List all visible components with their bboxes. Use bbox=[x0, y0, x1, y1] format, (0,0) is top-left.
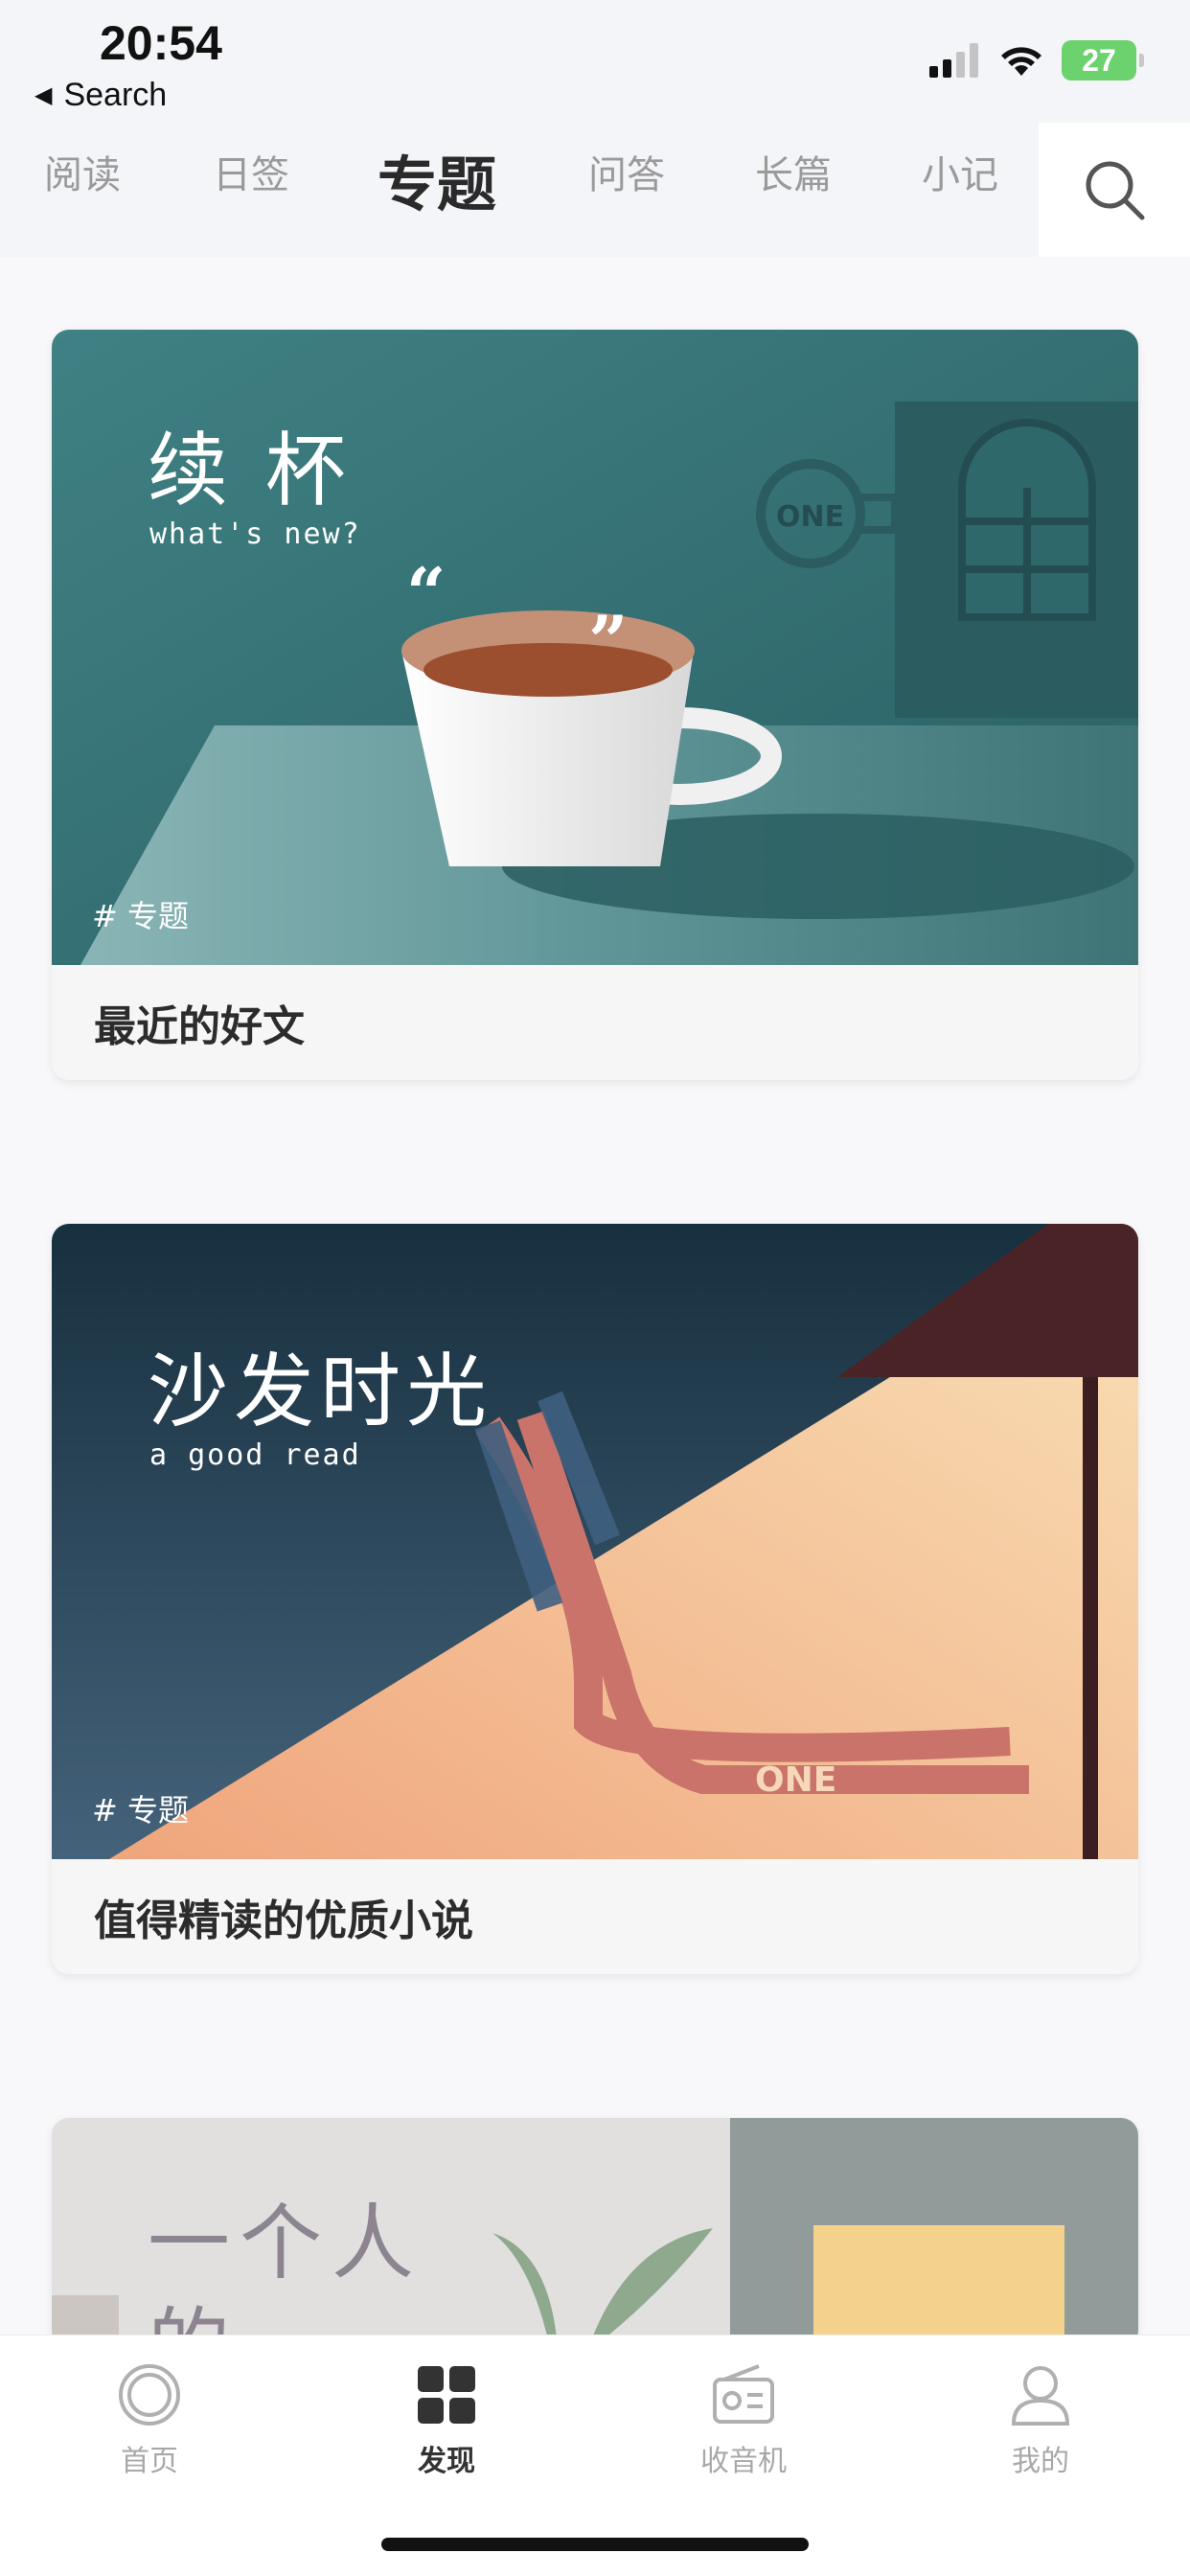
nav-home-label: 首页 bbox=[121, 2445, 178, 2478]
tab-topics[interactable]: 专题 bbox=[378, 136, 496, 222]
nav-discover[interactable]: 发现 bbox=[370, 2362, 523, 2479]
search-icon bbox=[1086, 161, 1145, 220]
sofa-illustration bbox=[52, 1224, 1138, 1859]
topic-tag: # 专题 bbox=[92, 1792, 189, 1828]
topic-card[interactable]: 一个人 的 bbox=[52, 2118, 1138, 2348]
topic-card[interactable]: “ ” 续 杯 what's new? ONE # 专题 最近的好文 bbox=[52, 330, 1138, 1080]
nav-home[interactable]: 首页 bbox=[73, 2362, 226, 2479]
status-bar: 20:54 ◀ Search 27 bbox=[0, 0, 1190, 123]
card-artwork: 沙发时光 a good read ONE # 专题 bbox=[52, 1224, 1138, 1859]
battery-indicator: 27 bbox=[1062, 40, 1144, 80]
nav-radio-label: 收音机 bbox=[700, 2445, 787, 2478]
card-art-subtitle: a good read bbox=[149, 1438, 361, 1472]
discover-icon bbox=[418, 2366, 475, 2424]
search-button[interactable] bbox=[1039, 123, 1190, 257]
back-to-app-button[interactable]: ◀ Search bbox=[34, 77, 167, 114]
one-logo: ONE bbox=[776, 500, 845, 534]
top-tab-bar: 阅读 日签 专题 问答 长篇 小记 bbox=[0, 123, 1190, 257]
nav-profile[interactable]: 我的 bbox=[964, 2362, 1117, 2479]
one-logo: ONE bbox=[755, 1760, 837, 1800]
profile-icon bbox=[1011, 2366, 1070, 2426]
card-art-subtitle: what's new? bbox=[149, 518, 361, 551]
battery-level: 27 bbox=[1082, 42, 1116, 78]
tab-long-form[interactable]: 长篇 bbox=[755, 144, 832, 199]
topic-tag: # 专题 bbox=[92, 898, 189, 934]
nav-discover-label: 发现 bbox=[418, 2445, 475, 2478]
card-art-title: 续 杯 bbox=[148, 424, 352, 518]
card-title: 值得精读的优质小说 bbox=[94, 1897, 473, 1945]
card-title: 最近的好文 bbox=[94, 1002, 305, 1051]
home-icon bbox=[119, 2364, 180, 2426]
nav-profile-label: 我的 bbox=[1012, 2445, 1069, 2478]
status-time: 20:54 bbox=[100, 16, 222, 70]
home-indicator[interactable] bbox=[381, 2538, 809, 2551]
cellular-signal-icon bbox=[929, 43, 978, 78]
topic-card[interactable]: 沙发时光 a good read ONE # 专题 值得精读的优质小说 bbox=[52, 1224, 1138, 1974]
tab-daily[interactable]: 日签 bbox=[213, 144, 289, 199]
tab-read[interactable]: 阅读 bbox=[44, 144, 121, 199]
tab-notes[interactable]: 小记 bbox=[922, 144, 998, 199]
back-app-label: Search bbox=[63, 77, 168, 113]
back-triangle-icon: ◀ bbox=[34, 82, 53, 108]
card-artwork: “ ” 续 杯 what's new? ONE # 专题 bbox=[52, 330, 1138, 965]
svg-text:“: “ bbox=[406, 552, 446, 633]
nav-radio[interactable]: 收音机 bbox=[667, 2362, 820, 2479]
card-art-title: 沙发时光 bbox=[148, 1345, 493, 1438]
card-art-title: 一个人 bbox=[148, 2196, 423, 2291]
card-artwork: 一个人 的 bbox=[52, 2118, 1138, 2348]
tab-qa[interactable]: 问答 bbox=[588, 144, 665, 199]
status-icons: 27 bbox=[929, 40, 1144, 80]
svg-text:”: ” bbox=[588, 600, 628, 681]
radio-icon bbox=[713, 2364, 774, 2424]
wifi-icon bbox=[1001, 47, 1041, 76]
